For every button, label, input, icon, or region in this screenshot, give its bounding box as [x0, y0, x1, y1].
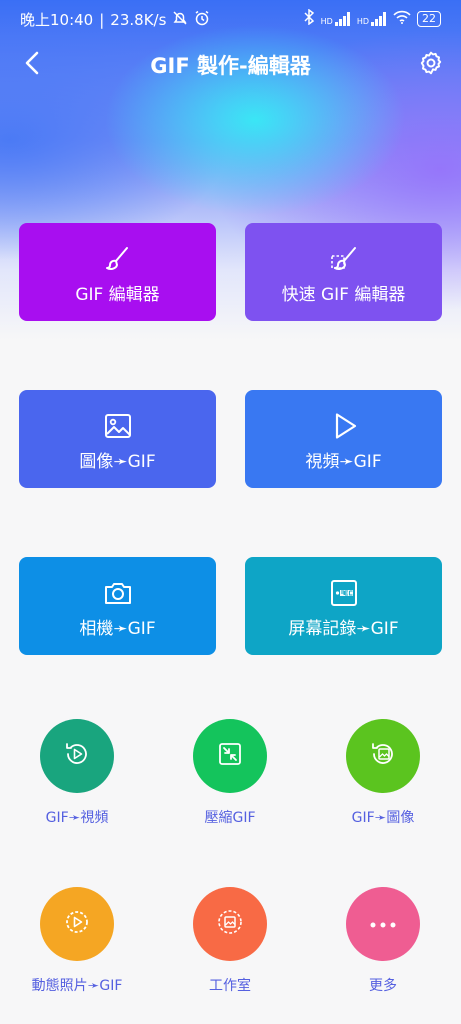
compress-gif-label: 壓縮GIF [204, 810, 256, 826]
rec-icon [329, 578, 359, 608]
settings-button[interactable] [413, 46, 449, 84]
signal-icon-2: HD [356, 11, 387, 26]
live-photo-icon [62, 907, 92, 941]
play-icon [329, 411, 359, 441]
camera-icon [103, 578, 133, 608]
live-photo-to-gif-label: 動態照片➛GIF [31, 978, 123, 994]
battery-indicator: 22 [417, 10, 441, 27]
alarm-icon [194, 10, 210, 30]
gif-to-image-button[interactable] [346, 719, 420, 793]
screen-record-to-gif-card[interactable]: 屏幕記錄➛GIF [245, 557, 442, 655]
gif-to-video-tool[interactable]: GIF➛視頻 [17, 719, 137, 827]
mute-icon [172, 10, 188, 30]
title-bar: GIF 製作-編輯器 [0, 42, 461, 88]
more-button[interactable] [346, 887, 420, 961]
brush-icon [103, 244, 133, 274]
video-convert-icon [62, 739, 92, 773]
more-label: 更多 [369, 978, 397, 994]
status-right: HD HD 22 [303, 8, 441, 28]
camera-to-gif-card[interactable]: 相機➛GIF [19, 557, 216, 655]
status-bar: 晚上10:40 | 23.8K/s HD HD 22 [0, 0, 461, 38]
gif-editor-label: GIF 編輯器 [75, 284, 160, 305]
gear-icon [418, 50, 444, 80]
fast-gif-editor-card[interactable]: 快速 GIF 編輯器 [245, 223, 442, 321]
camera-to-gif-label: 相機➛GIF [79, 618, 156, 639]
image-to-gif-card[interactable]: 圖像➛GIF [19, 390, 216, 488]
live-photo-to-gif-button[interactable] [40, 887, 114, 961]
compress-gif-button[interactable] [193, 719, 267, 793]
studio-button[interactable] [193, 887, 267, 961]
screen-record-to-gif-label: 屏幕記錄➛GIF [288, 618, 399, 639]
more-tool[interactable]: 更多 [323, 887, 443, 995]
status-time: 晚上10:40 [20, 11, 94, 29]
image-icon [103, 411, 133, 441]
studio-icon [215, 907, 245, 941]
live-photo-to-gif-tool[interactable]: 動態照片➛GIF [17, 887, 137, 995]
more-icon [368, 915, 398, 934]
gif-to-image-label: GIF➛圖像 [351, 810, 415, 826]
image-convert-icon [368, 739, 398, 773]
gif-to-image-tool[interactable]: GIF➛圖像 [323, 719, 443, 827]
wifi-icon [393, 10, 411, 27]
bluetooth-icon [303, 8, 315, 28]
compress-gif-tool[interactable]: 壓縮GIF [170, 719, 290, 827]
video-to-gif-card[interactable]: 視頻➛GIF [245, 390, 442, 488]
fast-brush-icon [329, 244, 359, 274]
gif-to-video-label: GIF➛視頻 [45, 810, 109, 826]
video-to-gif-label: 視頻➛GIF [305, 451, 382, 472]
gif-editor-card[interactable]: GIF 編輯器 [19, 223, 216, 321]
signal-label-2: HD [356, 16, 369, 26]
studio-tool[interactable]: 工作室 [170, 887, 290, 995]
fast-gif-editor-label: 快速 GIF 編輯器 [281, 284, 406, 305]
signal-label-1: HD [320, 16, 333, 26]
status-separator: | [99, 10, 105, 29]
studio-label: 工作室 [209, 978, 251, 994]
page-title: GIF 製作-編輯器 [150, 54, 311, 78]
image-to-gif-label: 圖像➛GIF [79, 451, 156, 472]
status-network-speed: 23.8K/s [110, 10, 167, 29]
compress-icon [215, 739, 245, 773]
status-left: 晚上10:40 | 23.8K/s [20, 9, 210, 30]
gif-to-video-button[interactable] [40, 719, 114, 793]
signal-icon-1: HD [320, 11, 351, 26]
